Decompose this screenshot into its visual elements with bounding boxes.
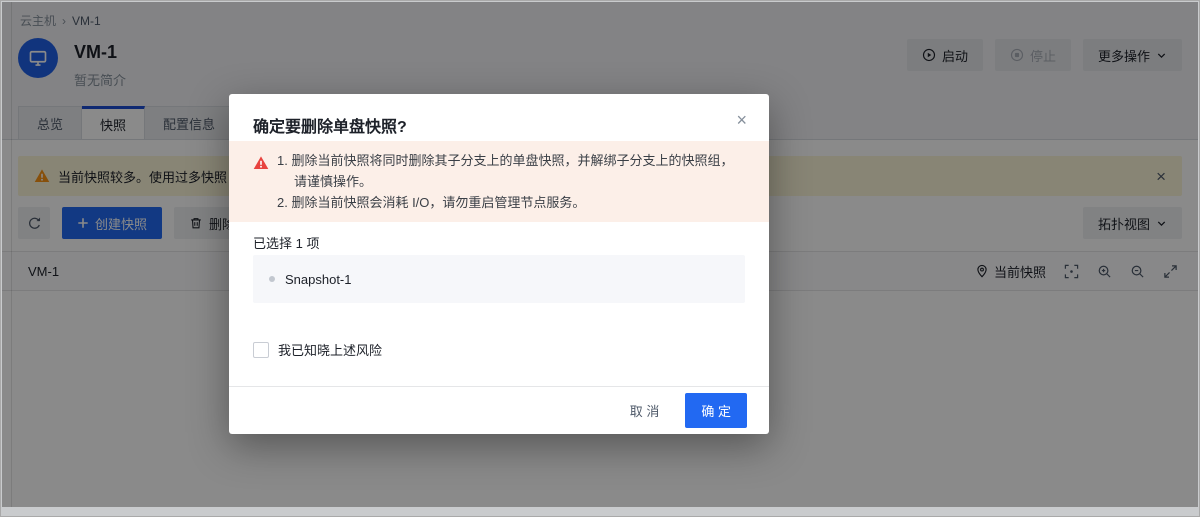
warning-line-2: 2. 删除当前快照会消耗 I/O，请勿重启管理节点服务。 — [277, 192, 741, 213]
screenshot-frame: 云主机 › VM-1 VM-1 暂无简介 启动 停止 更多操作 — [0, 0, 1200, 517]
risk-acknowledge-checkbox[interactable] — [253, 342, 269, 358]
modal-footer: 取 消 确 定 — [229, 386, 769, 434]
selected-count-label: 已选择 1 项 — [253, 233, 319, 252]
risk-acknowledge-row[interactable]: 我已知晓上述风险 — [253, 340, 382, 359]
delete-snapshot-modal: 确定要删除单盘快照? × 1. 删除当前快照将同时删除其子分支上的单盘快照，并解… — [229, 94, 769, 434]
bullet-icon — [269, 276, 275, 282]
alert-triangle-icon — [253, 155, 269, 176]
modal-close-icon[interactable]: × — [736, 111, 747, 129]
selected-items-box: Snapshot-1 — [253, 255, 745, 303]
cancel-button[interactable]: 取 消 — [622, 395, 668, 426]
modal-title: 确定要删除单盘快照? — [253, 113, 407, 137]
confirm-button[interactable]: 确 定 — [685, 393, 747, 428]
warning-line-1: 1. 删除当前快照将同时删除其子分支上的单盘快照，并解绑子分支上的快照组，请谨慎… — [277, 150, 741, 192]
selected-item-name: Snapshot-1 — [285, 272, 352, 287]
risk-acknowledge-label: 我已知晓上述风险 — [278, 340, 382, 359]
modal-warning-alert: 1. 删除当前快照将同时删除其子分支上的单盘快照，并解绑子分支上的快照组，请谨慎… — [229, 141, 769, 222]
